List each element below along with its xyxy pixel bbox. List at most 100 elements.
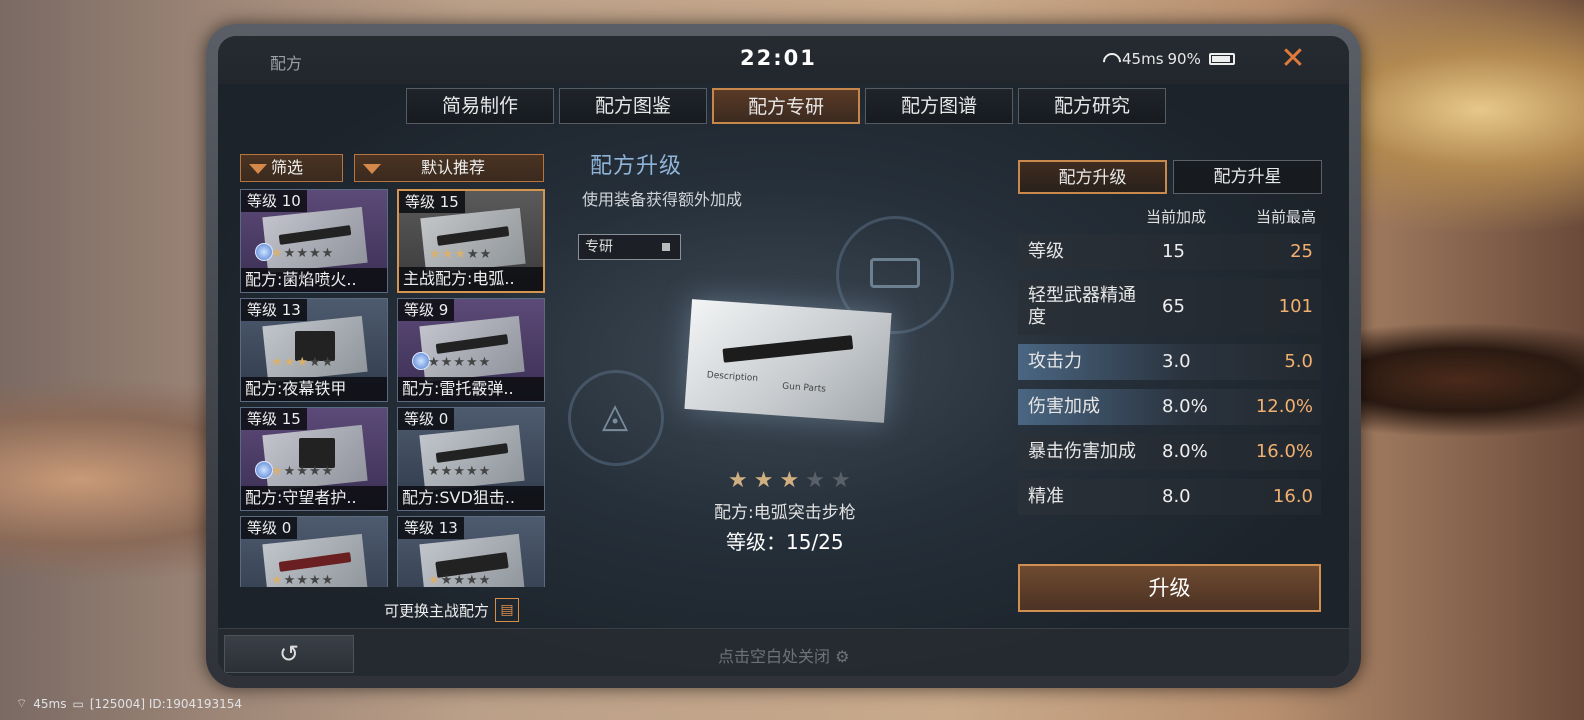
stat-row: 伤害加成 8.0% 12.0% [1018, 389, 1321, 425]
recipe-card[interactable]: ★ ★ ★ ★ ★ 等级 0 配方:SVD狙击.. [397, 407, 545, 511]
upgrade-button[interactable]: 升级 [1018, 564, 1321, 612]
card-level: 等级 15 [399, 191, 465, 213]
card-level: 等级 13 [398, 517, 464, 539]
recipe-star-rating: ★ ★ ★ ★ ★ [728, 468, 851, 493]
battery-value: 90% [1167, 50, 1201, 68]
recipe-card[interactable]: ★ ★ ★ ★ ★ 等级 10 配方:菌焰喷火.. [240, 189, 388, 293]
card-name: 配方:夜幕铁甲 [241, 377, 387, 401]
status-indicators: 45ms 90% [1102, 50, 1235, 68]
recipe-card[interactable]: ★ ★ ★ ★ ★ 等级 15 配方:守望者护.. [240, 407, 388, 511]
tab-recipe-atlas[interactable]: 配方图谱 [865, 88, 1013, 124]
card-name: 配方:守望者护.. [241, 486, 387, 510]
stat-label: 精准 [1028, 486, 1064, 507]
card-level: 等级 9 [398, 299, 455, 321]
stat-max: 101 [1278, 296, 1313, 317]
spec-toggle[interactable]: 专研 [578, 234, 681, 260]
stat-row: 暴击伤害加成 8.0% 16.0% [1018, 434, 1321, 470]
stat-label: 伤害加成 [1028, 396, 1100, 417]
recipe-card[interactable]: ★ ★ ★ ★ ★ 等级 13 配方:夜幕铁甲 [240, 298, 388, 402]
card-level: 等级 0 [398, 408, 455, 430]
battery-icon: ▭ [72, 696, 84, 711]
star-rating: ★ ★ ★ ★ ★ [271, 246, 334, 261]
recipe-card-selected[interactable]: ★ ★ ★ ★ ★ 等级 15 主战配方:电弧.. [397, 189, 545, 293]
stat-max: 5.0 [1284, 351, 1313, 372]
filter-label: 筛选 [271, 158, 304, 177]
footer-id: [125004] ID:1904193154 [89, 696, 242, 711]
close-hint-label: 点击空白处关闭 [718, 647, 831, 666]
section-subtitle: 使用装备获得额外加成 [582, 190, 743, 209]
square-icon [662, 243, 670, 251]
main-tabs: 简易制作 配方图鉴 配方专研 配方图谱 配方研究 [406, 88, 1166, 124]
star-rating: ★ ★ ★ ★ ★ [271, 355, 334, 370]
recipe-card[interactable]: ★ ★ ★ ★ ★ 等级 0 [240, 516, 388, 587]
filter-button[interactable]: 筛选 [240, 154, 343, 182]
stat-max: 16.0 [1272, 486, 1313, 507]
star-icon: ★ [779, 468, 800, 493]
stat-max: 12.0% [1255, 396, 1313, 417]
stat-current: 8.0% [1162, 441, 1208, 462]
card-name: 配方:SVD狙击.. [398, 486, 544, 510]
stat-max: 25 [1290, 241, 1313, 262]
recipe-card[interactable]: ★ ★ ★ ★ ★ 等级 13 [397, 516, 545, 587]
sort-dropdown[interactable]: 默认推荐 [354, 154, 544, 182]
triangle-icon: ◬ [602, 396, 629, 436]
tab-recipe-codex[interactable]: 配方图鉴 [559, 88, 707, 124]
stat-current: 8.0% [1162, 396, 1208, 417]
card-name: 配方:菌焰喷火.. [241, 268, 387, 292]
spec-label: 专研 [585, 239, 613, 255]
recipe-screen: 配方 22:01 45ms 90% ✕ 简易制作 配方图鉴 配方专研 配方图谱 … [218, 36, 1349, 676]
card-name: 配方:雷托霰弹.. [398, 377, 544, 401]
column-max: 当前最高 [1256, 208, 1317, 226]
stat-row: 攻击力 3.0 5.0 [1018, 344, 1321, 380]
close-icon[interactable]: ✕ [1276, 42, 1310, 76]
bottom-bar: ↺ 点击空白处关闭 ⚙ [218, 628, 1349, 676]
blueprint-text: Gun Parts [781, 381, 827, 395]
stat-current: 65 [1162, 296, 1185, 317]
stat-current: 15 [1162, 241, 1185, 262]
subtab-star-up[interactable]: 配方升星 [1173, 160, 1322, 194]
recipe-list-panel: 筛选 默认推荐 ★ ★ ★ ★ ★ 等级 10 配方:菌焰喷火.. ★ ★ ★ ★ ★ 等级 1… [236, 140, 556, 628]
stat-label: 攻击力 [1028, 351, 1082, 372]
star-icon: ★ [753, 468, 774, 493]
chevron-down-icon [363, 163, 381, 174]
star-rating: ★ ★ ★ ★ ★ [271, 464, 334, 479]
stat-max: 16.0% [1255, 441, 1313, 462]
tap-to-close-hint[interactable]: 点击空白处关闭 ⚙ [718, 643, 849, 667]
back-icon: ↺ [278, 640, 300, 668]
clipboard-icon[interactable]: ▤ [495, 598, 520, 622]
stat-row: 等级 15 25 [1018, 234, 1321, 270]
stats-table: 等级 15 25 轻型武器精通度 65 101 攻击力 3.0 5.0 伤害加成… [1018, 234, 1321, 524]
gear-icon: ⚙ [835, 647, 850, 666]
stat-label: 暴击伤害加成 [1028, 441, 1136, 462]
star-rating: ★ ★ ★ ★ ★ [428, 573, 491, 587]
window-title: 配方 [270, 54, 303, 73]
footer-ping: 45ms [33, 696, 67, 711]
game-panel-frame: 配方 22:01 45ms 90% ✕ 简易制作 配方图鉴 配方专研 配方图谱 … [206, 24, 1361, 688]
star-icon: ★ [728, 468, 748, 493]
subtab-upgrade[interactable]: 配方升级 [1018, 160, 1167, 194]
card-level: 等级 10 [241, 190, 307, 212]
ping-value: 45ms [1122, 50, 1164, 68]
chevron-down-icon [249, 163, 267, 174]
card-level: 等级 15 [241, 408, 307, 430]
stat-current: 8.0 [1162, 486, 1191, 507]
star-rating: ★ ★ ★ ★ ★ [429, 247, 492, 262]
back-button[interactable]: ↺ [224, 635, 354, 673]
swap-hint-label: 可更换主战配方 [384, 601, 490, 620]
tab-recipe-research[interactable]: 配方研究 [1018, 88, 1166, 124]
battery-icon [1208, 53, 1235, 65]
tab-simple-craft[interactable]: 简易制作 [406, 88, 554, 124]
swap-main-recipe[interactable]: 可更换主战配方 ▤ [384, 598, 520, 622]
card-level: 等级 0 [241, 517, 298, 539]
tab-recipe-study[interactable]: 配方专研 [712, 88, 860, 124]
column-current: 当前加成 [1146, 208, 1207, 226]
star-rating: ★ ★ ★ ★ ★ [271, 573, 334, 587]
wifi-icon: ⌔ [16, 696, 28, 710]
recipe-blueprint-image: Description Gun Parts [684, 299, 892, 423]
section-title: 配方升级 [590, 154, 683, 179]
blueprint-text: Description [706, 370, 759, 384]
star-rating: ★ ★ ★ ★ ★ [428, 355, 491, 370]
recipe-card[interactable]: ★ ★ ★ ★ ★ 等级 9 配方:雷托霰弹.. [397, 298, 545, 402]
stat-row: 轻型武器精通度 65 101 [1018, 279, 1321, 335]
card-level: 等级 13 [241, 299, 307, 321]
